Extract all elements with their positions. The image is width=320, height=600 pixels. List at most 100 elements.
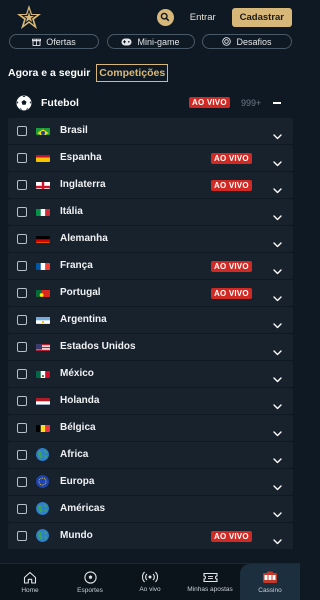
competition-checkbox[interactable] <box>17 207 27 217</box>
globe-icon <box>36 529 49 542</box>
expand-toggle[interactable] <box>273 505 282 523</box>
competition-checkbox[interactable] <box>17 531 27 541</box>
gift-icon <box>32 38 42 46</box>
expand-toggle[interactable] <box>273 478 282 496</box>
competition-row[interactable]: Alemanha <box>8 226 293 252</box>
expand-toggle[interactable] <box>273 127 282 145</box>
chevron-down-icon[interactable] <box>273 431 282 437</box>
expand-toggle[interactable] <box>273 235 282 253</box>
netherlands-flag-icon <box>36 395 50 405</box>
expand-toggle[interactable] <box>273 289 282 307</box>
competition-row[interactable]: Mundo AO VIVO <box>8 523 293 549</box>
competition-checkbox[interactable] <box>17 288 27 298</box>
home-icon <box>23 571 37 584</box>
tab-competitions[interactable]: Competições <box>96 64 169 82</box>
competition-row[interactable]: Américas <box>8 496 293 522</box>
sport-header[interactable]: Futebol AO VIVO 999+ <box>0 92 300 114</box>
competition-row[interactable]: Holanda <box>8 388 293 414</box>
chevron-down-icon[interactable] <box>273 404 282 410</box>
register-button[interactable]: Cadastrar <box>231 7 292 27</box>
chevron-down-icon[interactable] <box>273 377 282 383</box>
expand-toggle[interactable] <box>273 262 282 280</box>
challenges-pill[interactable]: Desafios <box>202 34 292 49</box>
competition-checkbox[interactable] <box>17 477 27 487</box>
nav-home[interactable]: Home <box>0 564 60 600</box>
competition-checkbox[interactable] <box>17 504 27 514</box>
chevron-down-icon[interactable] <box>273 350 282 356</box>
competition-row[interactable]: Portugal AO VIVO <box>8 280 293 306</box>
competition-row[interactable]: Inglaterra AO VIVO <box>8 172 293 198</box>
nav-live-label: Ao vivo <box>139 586 161 593</box>
competition-row[interactable]: Bélgica <box>8 415 293 441</box>
collapse-icon[interactable] <box>273 102 281 104</box>
competition-checkbox[interactable] <box>17 342 27 352</box>
competition-name: Espanha <box>60 152 102 163</box>
expand-toggle[interactable] <box>273 424 282 442</box>
nav-sports[interactable]: Esportes <box>60 564 120 600</box>
competition-checkbox[interactable] <box>17 423 27 433</box>
gamepad-icon <box>121 38 132 45</box>
competition-checkbox[interactable] <box>17 153 27 163</box>
competition-row[interactable]: Africa <box>8 442 293 468</box>
competition-name: França <box>60 260 93 271</box>
expand-toggle[interactable] <box>273 451 282 469</box>
challenges-label: Desafios <box>236 36 272 47</box>
competition-row[interactable]: França AO VIVO <box>8 253 293 279</box>
expand-toggle[interactable] <box>273 343 282 361</box>
competition-row[interactable]: Argentina <box>8 307 293 333</box>
expand-toggle[interactable] <box>273 154 282 172</box>
soccer-ball-icon <box>16 95 32 111</box>
expand-toggle[interactable] <box>273 208 282 226</box>
competition-checkbox[interactable] <box>17 450 27 460</box>
chevron-down-icon[interactable] <box>273 269 282 275</box>
competition-name: Holanda <box>60 395 100 406</box>
chevron-down-icon[interactable] <box>273 512 282 518</box>
expand-toggle[interactable] <box>273 181 282 199</box>
chevron-down-icon[interactable] <box>273 539 282 545</box>
chevron-down-icon[interactable] <box>273 485 282 491</box>
competition-row[interactable]: Europa <box>8 469 293 495</box>
chevron-down-icon[interactable] <box>273 215 282 221</box>
search-button[interactable] <box>156 8 174 26</box>
chevron-down-icon[interactable] <box>273 161 282 167</box>
competition-checkbox[interactable] <box>17 180 27 190</box>
offers-pill[interactable]: Ofertas <box>9 34 99 49</box>
competition-name: México <box>60 368 94 379</box>
expand-toggle[interactable] <box>273 532 282 550</box>
chevron-down-icon[interactable] <box>273 458 282 464</box>
competition-row[interactable]: Estados Unidos <box>8 334 293 360</box>
login-button[interactable]: Entrar <box>184 12 222 23</box>
chevron-down-icon[interactable] <box>273 188 282 194</box>
competition-row[interactable]: Espanha AO VIVO <box>8 145 293 171</box>
competition-checkbox[interactable] <box>17 126 27 136</box>
chevron-down-icon[interactable] <box>273 134 282 140</box>
competition-row[interactable]: Itália <box>8 199 293 225</box>
competition-name: Estados Unidos <box>60 341 136 352</box>
nav-sports-label: Esportes <box>77 586 103 594</box>
expand-toggle[interactable] <box>273 397 282 415</box>
belgium-flag-icon <box>36 422 50 432</box>
live-badge: AO VIVO <box>211 288 252 299</box>
competition-row[interactable]: Brasil <box>8 118 293 144</box>
nav-my-bets-label: Minhas apostas <box>187 585 233 593</box>
tab-following[interactable]: Agora e a seguir <box>6 64 92 82</box>
star-logo-icon[interactable] <box>16 4 42 30</box>
competition-row[interactable]: México <box>8 361 293 387</box>
nav-my-bets[interactable]: Minhas apostas <box>180 564 240 600</box>
nav-live[interactable]: Ao vivo <box>120 564 180 600</box>
competition-checkbox[interactable] <box>17 369 27 379</box>
chevron-down-icon[interactable] <box>273 296 282 302</box>
expand-toggle[interactable] <box>273 370 282 388</box>
france-flag-icon <box>36 260 50 270</box>
chevron-down-icon[interactable] <box>273 323 282 329</box>
offers-label: Ofertas <box>46 36 76 47</box>
competition-checkbox[interactable] <box>17 396 27 406</box>
competition-checkbox[interactable] <box>17 315 27 325</box>
competition-checkbox[interactable] <box>17 261 27 271</box>
ticket-icon <box>202 572 218 582</box>
nav-casino[interactable]: Cassino <box>240 564 300 600</box>
mini-game-pill[interactable]: Mini-game <box>106 34 195 49</box>
expand-toggle[interactable] <box>273 316 282 334</box>
chevron-down-icon[interactable] <box>273 242 282 248</box>
competition-checkbox[interactable] <box>17 234 27 244</box>
